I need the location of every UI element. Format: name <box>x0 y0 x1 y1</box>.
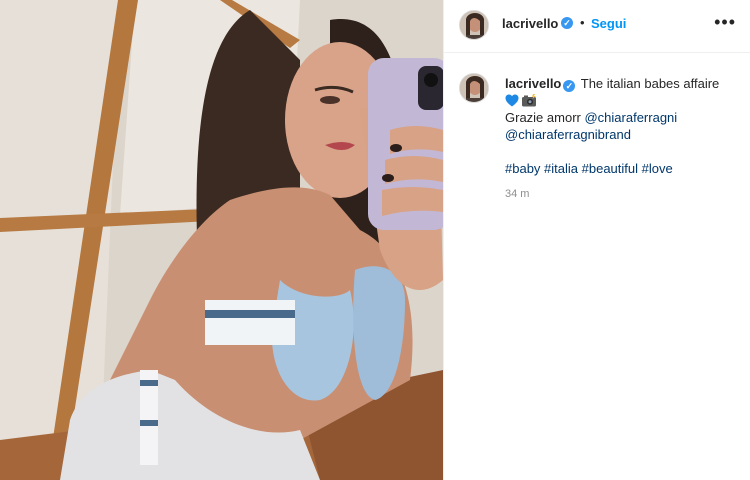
hashtag-link[interactable]: #love <box>642 161 673 176</box>
caption-title: The italian babes affaire <box>580 76 720 91</box>
post-sidebar: lacrivello ✓ • Segui ••• lacrivello ✓ The… <box>443 0 750 480</box>
avatar[interactable] <box>459 10 489 40</box>
camera-flash-icon <box>522 94 536 107</box>
verified-badge-icon: ✓ <box>561 17 573 29</box>
post-header: lacrivello ✓ • Segui ••• <box>444 0 750 53</box>
verified-badge-icon: ✓ <box>563 80 576 92</box>
hashtag-link[interactable]: #baby <box>505 161 540 176</box>
caption-thanks: Grazie amorr <box>505 110 581 125</box>
caption-avatar[interactable] <box>459 73 489 103</box>
post-image <box>0 0 443 480</box>
post-photo[interactable] <box>0 0 443 480</box>
post-timestamp[interactable]: 34 m <box>505 188 529 200</box>
blue-heart-icon <box>505 94 519 107</box>
follow-button[interactable]: Segui <box>591 16 626 31</box>
mention-link[interactable]: @chiaraferragni <box>584 110 677 125</box>
username[interactable]: lacrivello <box>502 16 558 31</box>
caption-text: lacrivello ✓ The italian babes affaire Gr… <box>505 75 741 177</box>
caption-username[interactable]: lacrivello <box>505 76 561 91</box>
hashtag-link[interactable]: #beautiful <box>582 161 638 176</box>
hashtag-link[interactable]: #italia <box>544 161 578 176</box>
avatar-image <box>460 11 488 39</box>
separator-dot: • <box>580 15 585 30</box>
more-options-icon[interactable]: ••• <box>714 12 736 33</box>
avatar-image <box>460 74 488 102</box>
mention-link[interactable]: @chiaraferragnibrand <box>505 127 631 142</box>
